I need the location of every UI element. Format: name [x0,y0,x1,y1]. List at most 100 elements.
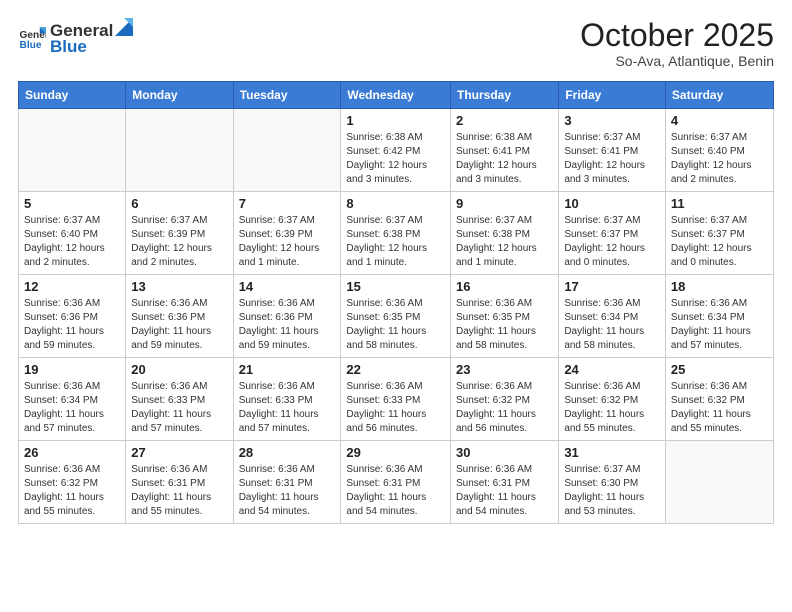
day-info: Sunrise: 6:36 AMSunset: 6:33 PMDaylight:… [346,380,445,436]
day-number: 19 [24,362,120,377]
calendar-cell: 14 Sunrise: 6:36 AMSunset: 6:36 PMDayligh… [233,275,341,358]
day-info: Sunrise: 6:37 AMSunset: 6:40 PMDaylight:… [671,131,768,187]
day-number: 18 [671,279,768,294]
day-info: Sunrise: 6:36 AMSunset: 6:31 PMDaylight:… [346,463,445,519]
calendar-cell: 28 Sunrise: 6:36 AMSunset: 6:31 PMDayligh… [233,441,341,524]
day-info: Sunrise: 6:37 AMSunset: 6:39 PMDaylight:… [131,214,227,270]
day-number: 24 [564,362,660,377]
day-number: 30 [456,445,553,460]
day-number: 12 [24,279,120,294]
day-info: Sunrise: 6:36 AMSunset: 6:32 PMDaylight:… [564,380,660,436]
day-info: Sunrise: 6:37 AMSunset: 6:39 PMDaylight:… [239,214,336,270]
day-info: Sunrise: 6:36 AMSunset: 6:35 PMDaylight:… [456,297,553,353]
calendar-cell: 13 Sunrise: 6:36 AMSunset: 6:36 PMDayligh… [126,275,233,358]
week-row-5: 26Sunrise: 6:36 AMSunset: 6:32 PMDayligh… [19,441,774,524]
calendar-cell: 17Sunrise: 6:36 AMSunset: 6:34 PMDayligh… [559,275,666,358]
calendar-cell: 8 Sunrise: 6:37 AMSunset: 6:38 PMDaylight… [341,192,451,275]
calendar-cell: 11 Sunrise: 6:37 AMSunset: 6:37 PMDayligh… [665,192,773,275]
calendar-cell: 31 Sunrise: 6:37 AMSunset: 6:30 PMDayligh… [559,441,666,524]
day-info: Sunrise: 6:37 AMSunset: 6:38 PMDaylight:… [346,214,445,270]
col-monday: Monday [126,82,233,109]
calendar-cell [19,109,126,192]
day-info: Sunrise: 6:36 AMSunset: 6:32 PMDaylight:… [456,380,553,436]
calendar-cell: 30Sunrise: 6:36 AMSunset: 6:31 PMDayligh… [450,441,558,524]
day-info: Sunrise: 6:36 AMSunset: 6:36 PMDaylight:… [239,297,336,353]
calendar-cell: 16 Sunrise: 6:36 AMSunset: 6:35 PMDayligh… [450,275,558,358]
col-thursday: Thursday [450,82,558,109]
logo: General Blue General Blue [18,18,133,57]
calendar-cell: 2 Sunrise: 6:38 AMSunset: 6:41 PMDaylight… [450,109,558,192]
calendar-cell: 18 Sunrise: 6:36 AMSunset: 6:34 PMDayligh… [665,275,773,358]
day-number: 17 [564,279,660,294]
day-info: Sunrise: 6:37 AMSunset: 6:40 PMDaylight:… [24,214,120,270]
col-wednesday: Wednesday [341,82,451,109]
logo-icon: General Blue [18,24,46,52]
calendar-cell: 1Sunrise: 6:38 AMSunset: 6:42 PMDaylight… [341,109,451,192]
col-tuesday: Tuesday [233,82,341,109]
day-number: 3 [564,113,660,128]
location: So-Ava, Atlantique, Benin [580,53,774,69]
day-info: Sunrise: 6:36 AMSunset: 6:36 PMDaylight:… [131,297,227,353]
calendar-cell [126,109,233,192]
day-info: Sunrise: 6:37 AMSunset: 6:38 PMDaylight:… [456,214,553,270]
calendar-cell: 21Sunrise: 6:36 AMSunset: 6:33 PMDayligh… [233,358,341,441]
calendar-cell: 9 Sunrise: 6:37 AMSunset: 6:38 PMDaylight… [450,192,558,275]
month-title: October 2025 [580,18,774,53]
day-number: 14 [239,279,336,294]
day-info: Sunrise: 6:36 AMSunset: 6:35 PMDaylight:… [346,297,445,353]
day-info: Sunrise: 6:36 AMSunset: 6:36 PMDaylight:… [24,297,120,353]
day-number: 11 [671,196,768,211]
calendar-cell: 3Sunrise: 6:37 AMSunset: 6:41 PMDaylight… [559,109,666,192]
day-number: 20 [131,362,227,377]
day-info: Sunrise: 6:37 AMSunset: 6:37 PMDaylight:… [671,214,768,270]
day-number: 27 [131,445,227,460]
week-row-1: 1Sunrise: 6:38 AMSunset: 6:42 PMDaylight… [19,109,774,192]
logo-triangle [115,18,133,36]
day-info: Sunrise: 6:38 AMSunset: 6:41 PMDaylight:… [456,131,553,187]
day-number: 23 [456,362,553,377]
day-info: Sunrise: 6:36 AMSunset: 6:33 PMDaylight:… [131,380,227,436]
day-number: 28 [239,445,336,460]
logo-wordmark: General Blue [50,18,133,57]
page: General Blue General Blue October 2025 [0,0,792,612]
day-number: 4 [671,113,768,128]
day-number: 16 [456,279,553,294]
calendar-cell: 24 Sunrise: 6:36 AMSunset: 6:32 PMDayligh… [559,358,666,441]
svg-text:Blue: Blue [20,40,42,51]
calendar-cell: 20 Sunrise: 6:36 AMSunset: 6:33 PMDayligh… [126,358,233,441]
calendar: Sunday Monday Tuesday Wednesday Thursday… [18,81,774,524]
week-row-2: 5Sunrise: 6:37 AMSunset: 6:40 PMDaylight… [19,192,774,275]
day-info: Sunrise: 6:37 AMSunset: 6:37 PMDaylight:… [564,214,660,270]
day-info: Sunrise: 6:37 AMSunset: 6:30 PMDaylight:… [564,463,660,519]
day-number: 22 [346,362,445,377]
day-number: 31 [564,445,660,460]
day-info: Sunrise: 6:36 AMSunset: 6:33 PMDaylight:… [239,380,336,436]
day-number: 13 [131,279,227,294]
calendar-cell: 4 Sunrise: 6:37 AMSunset: 6:40 PMDaylight… [665,109,773,192]
week-row-4: 19Sunrise: 6:36 AMSunset: 6:34 PMDayligh… [19,358,774,441]
day-number: 15 [346,279,445,294]
calendar-cell [665,441,773,524]
day-number: 9 [456,196,553,211]
calendar-cell: 29 Sunrise: 6:36 AMSunset: 6:31 PMDayligh… [341,441,451,524]
day-number: 8 [346,196,445,211]
day-info: Sunrise: 6:38 AMSunset: 6:42 PMDaylight:… [346,131,445,187]
day-number: 7 [239,196,336,211]
calendar-cell: 7 Sunrise: 6:37 AMSunset: 6:39 PMDaylight… [233,192,341,275]
col-sunday: Sunday [19,82,126,109]
day-info: Sunrise: 6:36 AMSunset: 6:32 PMDaylight:… [24,463,120,519]
day-number: 29 [346,445,445,460]
day-number: 10 [564,196,660,211]
calendar-cell: 19Sunrise: 6:36 AMSunset: 6:34 PMDayligh… [19,358,126,441]
week-row-3: 12 Sunrise: 6:36 AMSunset: 6:36 PMDayligh… [19,275,774,358]
day-info: Sunrise: 6:36 AMSunset: 6:32 PMDaylight:… [671,380,768,436]
calendar-cell: 12 Sunrise: 6:36 AMSunset: 6:36 PMDayligh… [19,275,126,358]
day-number: 25 [671,362,768,377]
day-number: 6 [131,196,227,211]
day-number: 2 [456,113,553,128]
header-right: October 2025 So-Ava, Atlantique, Benin [580,18,774,69]
day-info: Sunrise: 6:36 AMSunset: 6:31 PMDaylight:… [239,463,336,519]
header: General Blue General Blue October 2025 [18,18,774,69]
day-info: Sunrise: 6:36 AMSunset: 6:34 PMDaylight:… [671,297,768,353]
calendar-cell: 25 Sunrise: 6:36 AMSunset: 6:32 PMDayligh… [665,358,773,441]
